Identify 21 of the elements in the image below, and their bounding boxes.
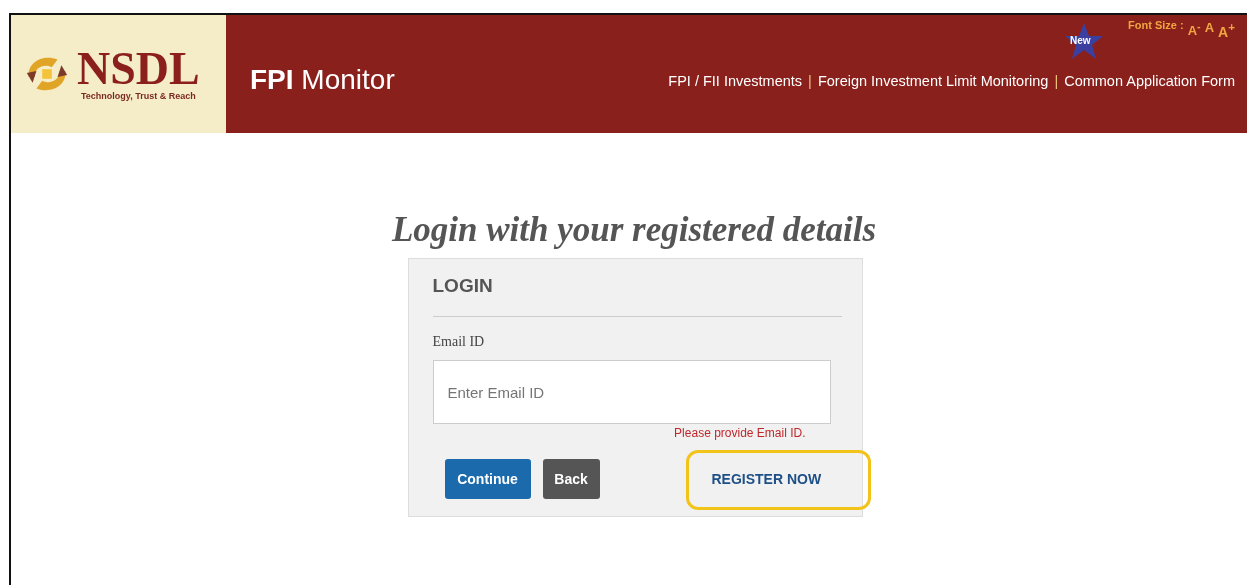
new-star-badge: New <box>1064 21 1105 61</box>
font-size-link[interactable]: A <box>1204 20 1215 35</box>
error-message: Please provide Email ID. <box>673 426 806 440</box>
page-heading: Login with your registered details <box>391 210 877 250</box>
font-size-label: Font Size : <box>1128 19 1184 31</box>
continue-button[interactable]: Continue <box>444 459 531 499</box>
register-link[interactable]: REGISTER NOW <box>711 471 822 487</box>
nav-link[interactable]: Foreign Investment Limit Monitoring <box>817 73 1049 89</box>
font-size-link[interactable]: A$^{+}$ <box>1218 20 1235 40</box>
product-title: FPI Monitor <box>250 64 395 96</box>
nav-link[interactable]: Common Application Form <box>1064 73 1235 89</box>
nav-separator: | <box>808 73 812 89</box>
nav-link[interactable]: FPI / FII Investments <box>668 73 803 89</box>
brand-name: NSDL <box>77 47 200 91</box>
field-label: Email ID <box>432 334 486 350</box>
font-size-link[interactable]: A$^{-}$ <box>1187 20 1201 39</box>
email-field[interactable]: Enter Email ID <box>432 360 831 424</box>
login-title: LOGIN <box>432 275 494 297</box>
back-button[interactable]: Back <box>542 459 600 499</box>
brand-tagline: Technology, Trust & Reach <box>81 91 196 101</box>
nav-separator: | <box>1054 73 1059 89</box>
